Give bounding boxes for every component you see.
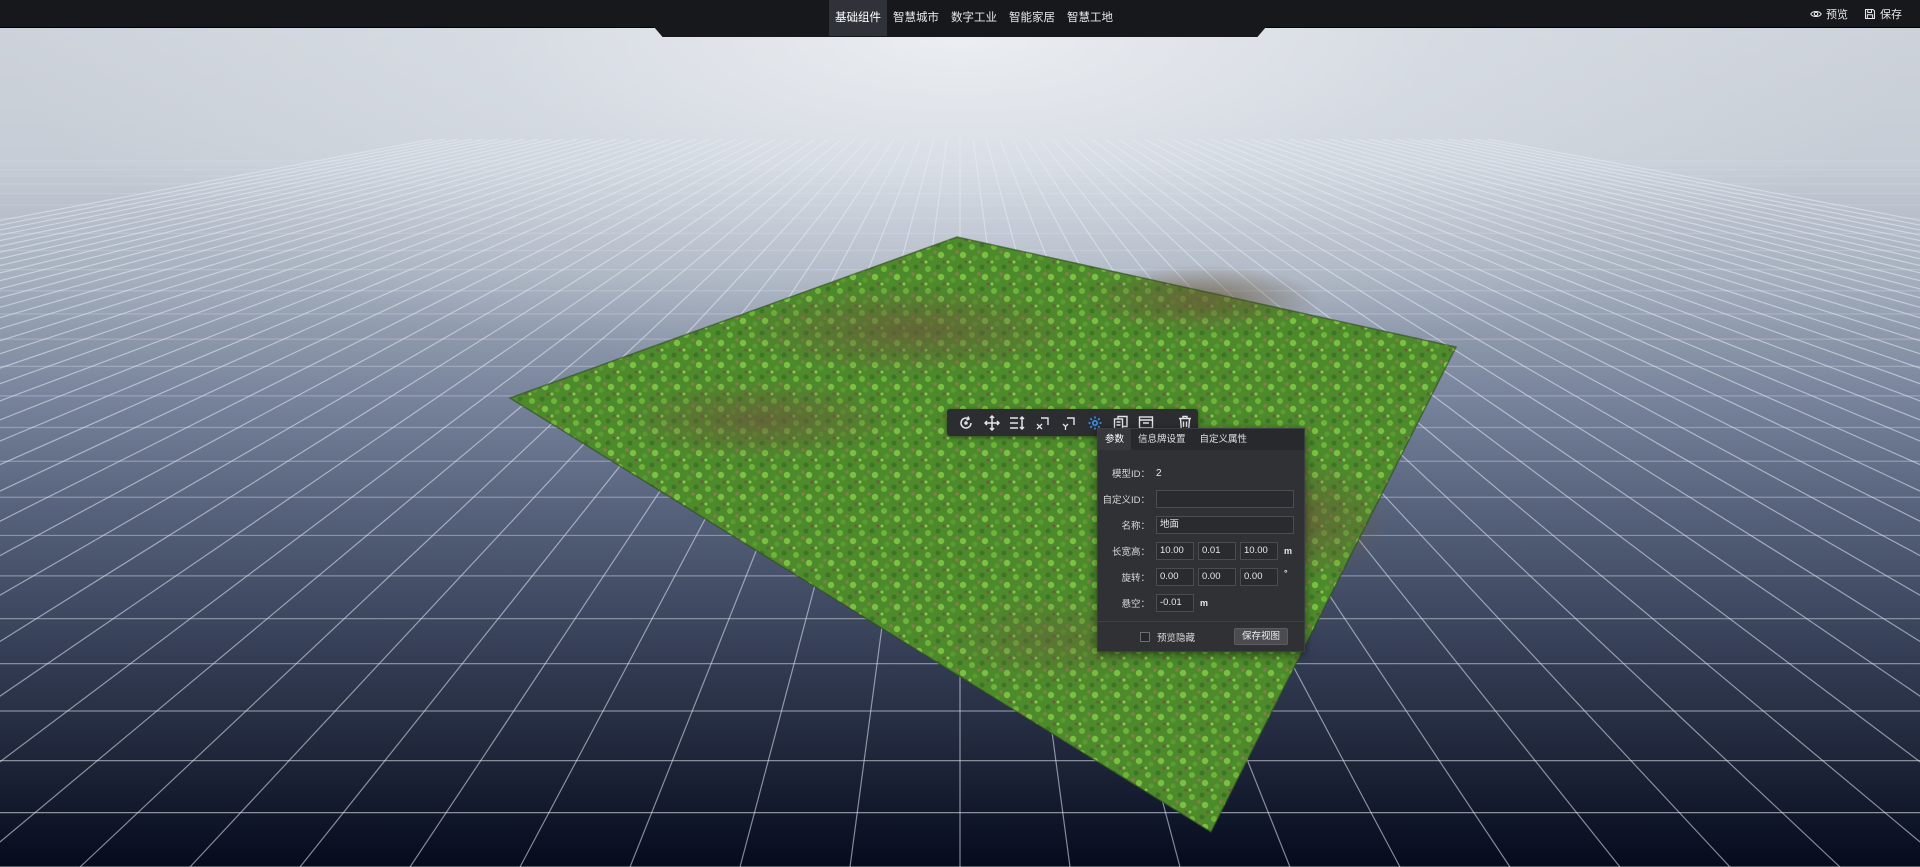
model-id-row: 模型ID： 2 [1098,460,1304,486]
custom-id-row: 自定义ID： [1098,486,1304,512]
tab-smart-construction[interactable]: 智慧工地 [1061,0,1119,36]
width-input[interactable]: 0.01 [1198,542,1236,560]
name-input[interactable]: 地面 [1156,516,1294,534]
float-unit: m [1200,598,1209,608]
name-label: 名称： [1121,521,1150,532]
custom-id-input[interactable] [1156,490,1294,508]
height-adjust-button[interactable] [1005,409,1031,436]
save-icon [1864,8,1876,20]
scale-y-icon [1062,416,1075,430]
rotation-x-input[interactable]: 0.00 [1156,568,1194,586]
hide-in-preview-label: 预览隐藏 [1157,632,1196,644]
size-label: 长宽高： [1111,547,1150,558]
save-button[interactable]: 保存 [1864,6,1902,22]
rotation-y-input[interactable]: 0.00 [1198,568,1236,586]
preview-button[interactable]: 预览 [1810,6,1848,22]
top-actions: 预览 保存 [1810,0,1902,28]
save-label: 保存 [1880,9,1902,21]
model-id-label: 模型ID： [1111,469,1150,480]
rotation-row: 旋转： 0.00 0.00 0.00 ° [1098,564,1304,590]
tab-smart-home[interactable]: 智能家居 [1003,0,1061,36]
length-input[interactable]: 10.00 [1156,542,1194,560]
tab-basic-components[interactable]: 基础组件 [829,0,887,36]
float-label: 悬空： [1121,599,1150,610]
tab-parameters[interactable]: 参数 [1098,429,1132,450]
rotation-unit: ° [1284,568,1288,578]
move-icon [983,414,1000,431]
preview-label: 预览 [1826,9,1848,21]
hide-in-preview-checkbox[interactable] [1140,631,1150,642]
height-adjust-icon [1010,415,1026,430]
rotate-icon [960,415,972,429]
model-id-value: 2 [1156,467,1162,479]
property-panel-tabs: 参数 信息牌设置 自定义属性 [1098,429,1304,450]
float-row: 悬空： -0.01 m [1098,590,1304,616]
scale-y-button[interactable] [1056,409,1082,436]
rotation-label: 旋转： [1121,573,1150,584]
float-input[interactable]: -0.01 [1156,594,1194,612]
property-panel-body: 模型ID： 2 自定义ID： 名称： 地面 长宽高： 10.00 0.01 10… [1098,450,1304,616]
size-row: 长宽高： 10.00 0.01 10.00 m [1098,538,1304,564]
tab-smart-city[interactable]: 智慧城市 [887,0,945,36]
name-row: 名称： 地面 [1098,512,1304,538]
rotate-button[interactable] [953,409,979,436]
property-panel: 参数 信息牌设置 自定义属性 模型ID： 2 自定义ID： 名称： 地面 长宽高… [1097,428,1305,652]
custom-id-label: 自定义ID： [1102,495,1150,506]
save-view-button[interactable]: 保存视图 [1233,628,1288,645]
tab-digital-industry[interactable]: 数字工业 [945,0,1003,36]
tab-info-board-settings[interactable]: 信息牌设置 [1131,429,1193,450]
scale-x-button[interactable] [1030,409,1056,436]
eye-icon [1810,10,1822,18]
tab-custom-attributes[interactable]: 自定义属性 [1193,429,1255,450]
move-button[interactable] [979,409,1005,436]
size-unit: m [1284,546,1293,556]
property-panel-footer: 预览隐藏 保存视图 [1098,621,1304,651]
height-input[interactable]: 10.00 [1240,542,1278,560]
scene-category-tabs: 基础组件 智慧城市 数字工业 智能家居 智慧工地 [829,0,1119,36]
scale-x-icon [1036,416,1049,429]
rotation-z-input[interactable]: 0.00 [1240,568,1278,586]
